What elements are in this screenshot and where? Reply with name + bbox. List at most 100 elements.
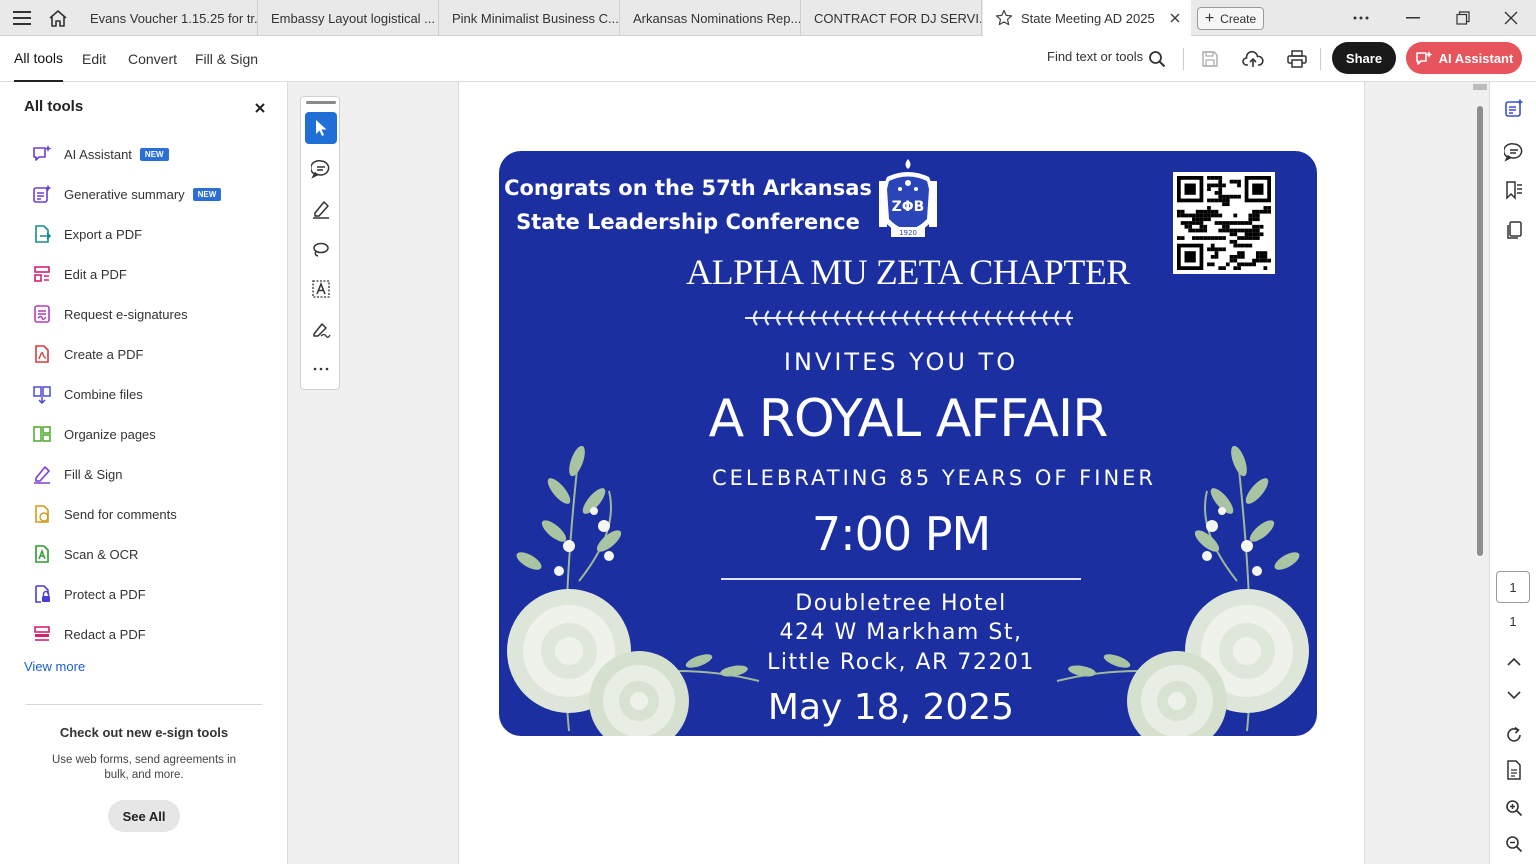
generative-summary-icon[interactable] bbox=[1502, 96, 1526, 120]
hamburger-menu-icon[interactable] bbox=[10, 6, 34, 30]
tool-export-pdf[interactable]: Export a PDF bbox=[32, 222, 142, 246]
select-tool-button[interactable] bbox=[305, 112, 337, 144]
panel-title: All tools bbox=[24, 98, 84, 115]
tool-label: Fill & Sign bbox=[64, 466, 123, 482]
comments-icon[interactable] bbox=[1502, 140, 1526, 164]
menu-fill-sign[interactable]: Fill & Sign bbox=[195, 36, 258, 82]
flyer-chapter: ALPHA MU ZETA CHAPTER bbox=[686, 252, 1130, 292]
scan-ocr-icon bbox=[32, 544, 52, 564]
text-tool-button[interactable] bbox=[305, 273, 337, 305]
create-pdf-icon bbox=[32, 344, 52, 364]
tool-label: Redact a PDF bbox=[64, 626, 146, 642]
tool-fill-sign[interactable]: Fill & Sign bbox=[32, 462, 123, 486]
menu-all-tools[interactable]: All tools bbox=[14, 36, 64, 82]
scrollbar-arrow[interactable] bbox=[1473, 84, 1487, 90]
tool-label: Request e-signatures bbox=[64, 306, 188, 322]
more-options-icon[interactable] bbox=[1347, 6, 1375, 30]
export-pdf-icon bbox=[32, 224, 52, 244]
zoom-in-icon[interactable] bbox=[1502, 796, 1526, 820]
chevron-down-icon[interactable] bbox=[1502, 683, 1526, 707]
protect-pdf-icon bbox=[32, 584, 52, 604]
tab-pink-minimalist[interactable]: Pink Minimalist Business C... bbox=[440, 0, 620, 36]
tool-organize-pages[interactable]: Organize pages bbox=[32, 422, 156, 446]
promo-text: Use web forms, send agreements in bulk, … bbox=[51, 754, 237, 781]
star-icon[interactable] bbox=[995, 9, 1013, 27]
flyer-invites: INVITES YOU TO bbox=[783, 348, 1019, 376]
see-all-label: See All bbox=[122, 808, 166, 824]
tool-send-comments[interactable]: Send for comments bbox=[32, 502, 177, 526]
view-more-link[interactable]: View more bbox=[24, 659, 85, 674]
ai-assistant-label: AI Assistant bbox=[1438, 50, 1514, 66]
tool-combine-files[interactable]: Combine files bbox=[32, 382, 143, 406]
tool-label: Combine files bbox=[64, 386, 143, 402]
crest-year: 1920 bbox=[899, 229, 917, 237]
menu-label: All tools bbox=[14, 50, 64, 66]
close-panel-icon[interactable] bbox=[252, 100, 268, 116]
flyer-congrats: Congrats on the 57th Arkansas State Lead… bbox=[503, 171, 873, 239]
right-rail: 1 1 bbox=[1489, 82, 1536, 864]
tool-label: Send for comments bbox=[64, 506, 177, 522]
tab-evans-voucher[interactable]: Evans Voucher 1.15.25 for tr... bbox=[78, 0, 258, 36]
print-icon[interactable] bbox=[1285, 47, 1309, 71]
page-fit-icon[interactable] bbox=[1502, 758, 1526, 782]
floral-decoration-left bbox=[507, 445, 760, 736]
new-badge: NEW bbox=[139, 147, 169, 161]
tool-request-esign[interactable]: Request e-signatures bbox=[32, 302, 188, 326]
bookmarks-icon[interactable] bbox=[1502, 178, 1526, 202]
scrollbar-thumb[interactable] bbox=[1477, 106, 1483, 556]
organize-pages-icon bbox=[32, 424, 52, 444]
more-tools-button[interactable] bbox=[305, 353, 337, 385]
tool-redact-pdf[interactable]: Redact a PDF bbox=[32, 622, 146, 646]
comment-tool-button[interactable] bbox=[305, 153, 337, 185]
floral-decoration-right bbox=[1056, 445, 1309, 736]
page-thumbnails-icon[interactable] bbox=[1502, 218, 1526, 242]
see-all-button[interactable]: See All bbox=[108, 800, 180, 832]
refresh-icon[interactable] bbox=[1502, 723, 1526, 747]
restore-icon[interactable] bbox=[1449, 6, 1477, 30]
tool-label: AI Assistant bbox=[64, 146, 132, 162]
create-label: Create bbox=[1220, 11, 1257, 26]
tool-label: Organize pages bbox=[64, 426, 156, 442]
share-label: Share bbox=[1345, 50, 1383, 66]
fill-sign-icon bbox=[32, 464, 52, 484]
close-tab-icon[interactable] bbox=[1167, 10, 1183, 26]
menu-label: Convert bbox=[128, 51, 178, 67]
menu-convert[interactable]: Convert bbox=[128, 36, 177, 82]
tab-state-meeting[interactable]: State Meeting AD 2025 bbox=[983, 0, 1191, 36]
create-button[interactable]: + Create bbox=[1197, 7, 1264, 30]
zoom-out-icon[interactable] bbox=[1502, 832, 1526, 856]
tool-edit-pdf[interactable]: Edit a PDF bbox=[32, 262, 127, 286]
main-toolbar: All tools Edit Convert Fill & Sign Find … bbox=[0, 36, 1536, 82]
redact-pdf-icon bbox=[32, 624, 52, 644]
tool-protect-pdf[interactable]: Protect a PDF bbox=[32, 582, 146, 606]
draw-tool-button[interactable] bbox=[305, 233, 337, 265]
tab-embassy-layout[interactable]: Embassy Layout logistical ... bbox=[259, 0, 439, 36]
save-icon[interactable] bbox=[1198, 47, 1222, 71]
highlight-tool-button[interactable] bbox=[305, 193, 337, 225]
ai-assistant-button[interactable]: AI Assistant bbox=[1406, 42, 1522, 74]
close-window-icon[interactable] bbox=[1497, 6, 1525, 30]
tool-ai-assistant[interactable]: AI Assistant NEW bbox=[32, 142, 169, 166]
menu-edit[interactable]: Edit bbox=[82, 36, 106, 82]
find-text-or-tools[interactable]: Find text or tools bbox=[1047, 49, 1143, 64]
cloud-upload-icon[interactable] bbox=[1241, 47, 1265, 71]
search-icon[interactable] bbox=[1145, 47, 1169, 71]
tool-scan-ocr[interactable]: Scan & OCR bbox=[32, 542, 138, 566]
current-page-input[interactable]: 1 bbox=[1496, 571, 1530, 603]
panel-divider bbox=[26, 704, 262, 705]
tab-arkansas-nominations[interactable]: Arkansas Nominations Rep... bbox=[621, 0, 801, 36]
signature-icon bbox=[313, 323, 331, 338]
tool-generative-summary[interactable]: Generative summary NEW bbox=[32, 182, 222, 206]
drag-handle[interactable] bbox=[306, 101, 336, 104]
tool-create-pdf[interactable]: Create a PDF bbox=[32, 342, 143, 366]
chevron-up-icon[interactable] bbox=[1502, 649, 1526, 673]
minimize-icon[interactable] bbox=[1399, 6, 1427, 30]
crest-letters: ΖΦΒ bbox=[892, 199, 925, 215]
ai-assistant-icon bbox=[1415, 51, 1433, 65]
flyer-divider bbox=[721, 578, 1081, 580]
sign-tool-button[interactable] bbox=[305, 313, 337, 345]
share-button[interactable]: Share bbox=[1332, 42, 1396, 74]
tool-label: Generative summary bbox=[64, 186, 185, 202]
tab-contract-dj[interactable]: CONTRACT FOR DJ SERVI... bbox=[802, 0, 982, 36]
home-icon[interactable] bbox=[46, 6, 70, 30]
